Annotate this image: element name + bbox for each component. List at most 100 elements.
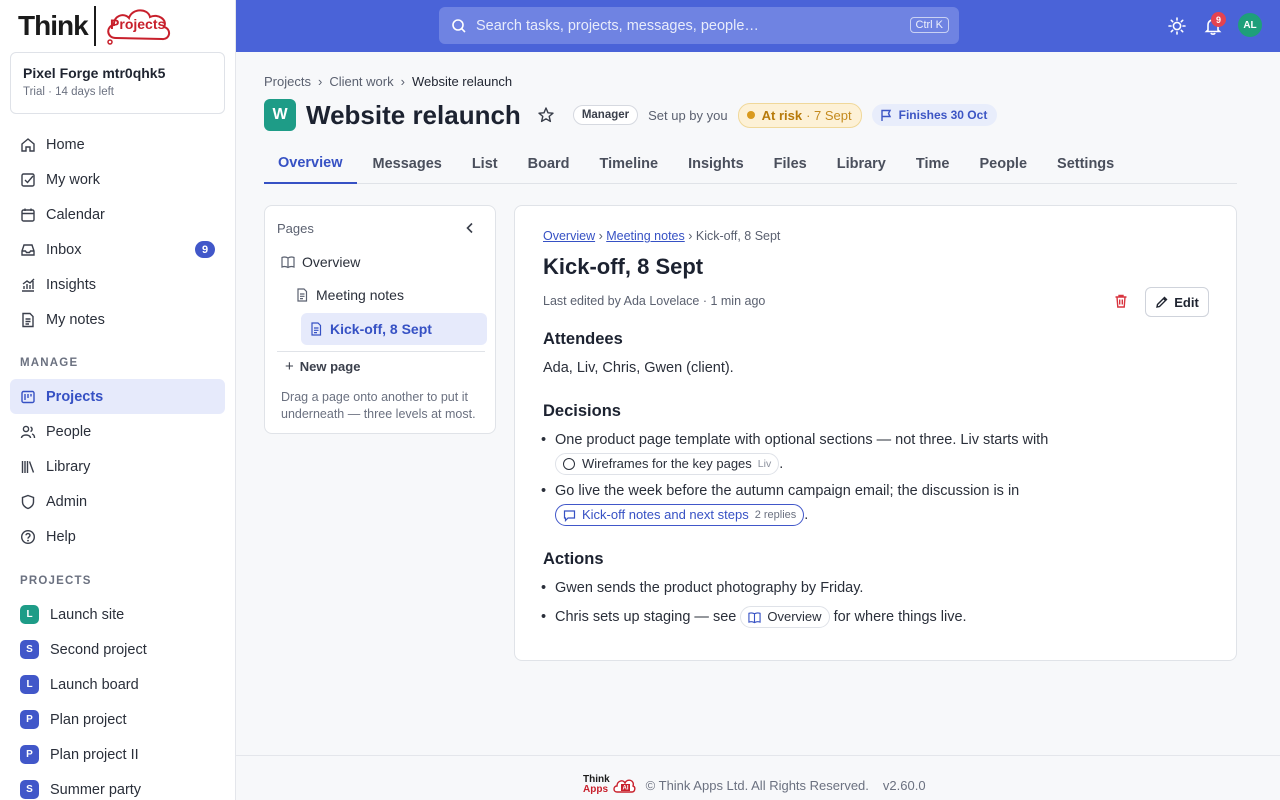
project-label: Plan project bbox=[50, 711, 127, 728]
page-tree-overview[interactable]: Overview bbox=[281, 246, 486, 278]
status-date: · 7 Sept bbox=[806, 107, 852, 123]
search-input[interactable]: Search tasks, projects, messages, people… bbox=[439, 7, 959, 44]
project-tabs: Overview Messages List Board Timeline In… bbox=[264, 143, 1237, 184]
finish-date-badge[interactable]: Finishes 30 Oct bbox=[871, 104, 998, 126]
footer-logo-word: Apps bbox=[583, 784, 608, 795]
decision-text: Go live the week before the autumn campa… bbox=[555, 483, 1020, 499]
tab-files[interactable]: Files bbox=[760, 143, 821, 184]
tab-list[interactable]: List bbox=[458, 143, 512, 184]
doc-meta: Last edited by Ada Lovelace · 1 min ago bbox=[543, 294, 766, 308]
tab-time[interactable]: Time bbox=[902, 143, 964, 184]
theme-toggle-icon[interactable] bbox=[1166, 15, 1188, 37]
finish-date-label: Finishes 30 Oct bbox=[898, 108, 988, 122]
project-label: Second project bbox=[50, 641, 147, 658]
book-icon bbox=[281, 255, 295, 269]
task-chip[interactable]: Wireframes for the key pages Liv bbox=[555, 453, 780, 476]
trash-icon[interactable] bbox=[1113, 293, 1129, 309]
task-chip-label: Wireframes for the key pages bbox=[582, 456, 752, 472]
doc-crumb-overview[interactable]: Overview bbox=[543, 229, 595, 243]
tab-settings[interactable]: Settings bbox=[1043, 143, 1128, 184]
project-item[interactable]: P Plan project II bbox=[10, 737, 225, 772]
plan-label: Trial bbox=[23, 86, 45, 98]
nav-label: Insights bbox=[46, 276, 96, 293]
tab-overview[interactable]: Overview bbox=[264, 143, 357, 184]
actions-heading: Actions bbox=[543, 550, 604, 568]
tab-insights[interactable]: Insights bbox=[674, 143, 758, 184]
project-item[interactable]: S Second project bbox=[10, 632, 225, 667]
star-icon[interactable] bbox=[537, 106, 555, 124]
comment-icon bbox=[563, 510, 576, 522]
page-tree-kickoff[interactable]: Kick-off, 8 Sept bbox=[301, 313, 487, 345]
nav-label: My notes bbox=[46, 311, 105, 328]
footer: Think Apps AI © Think Apps Ltd. All Right… bbox=[236, 755, 1280, 800]
workspace-switcher[interactable]: Pixel Forge mtr0qhk5 Trial · 14 days lef… bbox=[10, 52, 225, 114]
logo-badge: Projects bbox=[110, 16, 166, 32]
page-tree-label: Meeting notes bbox=[316, 287, 404, 303]
project-item[interactable]: S Summer party bbox=[10, 772, 225, 800]
status-dot bbox=[746, 111, 755, 119]
project-letter-icon: S bbox=[20, 640, 39, 659]
doc-crumb-meeting-notes[interactable]: Meeting notes bbox=[606, 229, 685, 243]
status-badge[interactable]: At risk · 7 Sept bbox=[737, 102, 862, 128]
edit-label: Edit bbox=[1174, 294, 1199, 310]
list-item: Gwen sends the product photography by Fr… bbox=[541, 576, 1195, 600]
logo-cloud: Projects bbox=[102, 4, 174, 48]
nav-calendar[interactable]: Calendar bbox=[10, 197, 225, 232]
nav-label: Admin bbox=[46, 493, 88, 510]
thread-chip[interactable]: Kick-off notes and next steps 2 replies bbox=[555, 504, 805, 527]
flag-icon bbox=[880, 109, 891, 121]
search-shortcut: Ctrl K bbox=[909, 17, 949, 33]
workspace-name: Pixel Forge mtr0qhk5 bbox=[23, 65, 166, 81]
svg-text:AI: AI bbox=[622, 786, 628, 792]
breadcrumb-projects[interactable]: Projects bbox=[264, 74, 311, 89]
nav-label: Calendar bbox=[46, 206, 105, 223]
copyright: © Think Apps Ltd. All Rights Reserved. bbox=[645, 777, 869, 793]
nav-admin[interactable]: Admin bbox=[10, 484, 225, 519]
nav-insights[interactable]: Insights bbox=[10, 267, 225, 302]
breadcrumb-client-work[interactable]: Client work bbox=[329, 74, 393, 89]
nav-people[interactable]: People bbox=[10, 414, 225, 449]
tab-board[interactable]: Board bbox=[514, 143, 584, 184]
project-item[interactable]: L Launch board bbox=[10, 667, 225, 702]
nav-home[interactable]: Home bbox=[10, 127, 225, 162]
chevron-left-icon[interactable] bbox=[463, 221, 477, 235]
nav-label: Home bbox=[46, 136, 85, 153]
status-label: At risk bbox=[761, 107, 803, 123]
tab-library[interactable]: Library bbox=[823, 143, 900, 184]
pages-divider bbox=[277, 351, 485, 352]
nav-help[interactable]: Help bbox=[10, 519, 225, 554]
projects-section-label: PROJECTS bbox=[20, 575, 92, 587]
tab-timeline[interactable]: Timeline bbox=[586, 143, 673, 184]
footer-logo: Think Apps AI bbox=[583, 774, 636, 796]
decisions-heading: Decisions bbox=[543, 402, 621, 420]
action-text: for where things live. bbox=[833, 609, 967, 625]
tab-messages[interactable]: Messages bbox=[359, 143, 456, 184]
nav-label: Projects bbox=[46, 388, 104, 405]
project-label: Launch site bbox=[50, 606, 125, 623]
app-logo[interactable]: Think Projects bbox=[18, 4, 174, 48]
nav-my-work[interactable]: My work bbox=[10, 162, 225, 197]
nav-projects[interactable]: Projects bbox=[10, 379, 225, 414]
project-item[interactable]: L Launch site bbox=[10, 597, 225, 632]
project-item[interactable]: P Plan project bbox=[10, 702, 225, 737]
tab-people[interactable]: People bbox=[965, 143, 1041, 184]
search-icon bbox=[451, 18, 467, 34]
help-icon bbox=[20, 529, 36, 545]
avatar[interactable]: AL bbox=[1238, 13, 1262, 37]
page-link-chip[interactable]: Overview bbox=[740, 606, 830, 629]
nav-inbox[interactable]: Inbox 9 bbox=[10, 232, 225, 267]
footer-content: Think Apps AI © Think Apps Ltd. All Right… bbox=[583, 774, 926, 796]
page-tree-meeting-notes[interactable]: Meeting notes bbox=[295, 279, 486, 311]
project-letter-icon: P bbox=[20, 745, 39, 764]
footer-logo-text: Think Apps bbox=[583, 775, 610, 795]
new-page-button[interactable]: + New page bbox=[285, 358, 360, 375]
new-page-label: New page bbox=[299, 359, 361, 374]
edit-button[interactable]: Edit bbox=[1145, 287, 1209, 317]
inbox-icon bbox=[20, 242, 36, 258]
main-nav: Home My work Calendar Inbox 9 Insights M… bbox=[10, 127, 225, 337]
nav-label: Library bbox=[46, 458, 91, 475]
pages-heading: Pages bbox=[277, 221, 314, 236]
nav-my-notes[interactable]: My notes bbox=[10, 302, 225, 337]
nav-library[interactable]: Library bbox=[10, 449, 225, 484]
people-icon bbox=[20, 424, 36, 440]
